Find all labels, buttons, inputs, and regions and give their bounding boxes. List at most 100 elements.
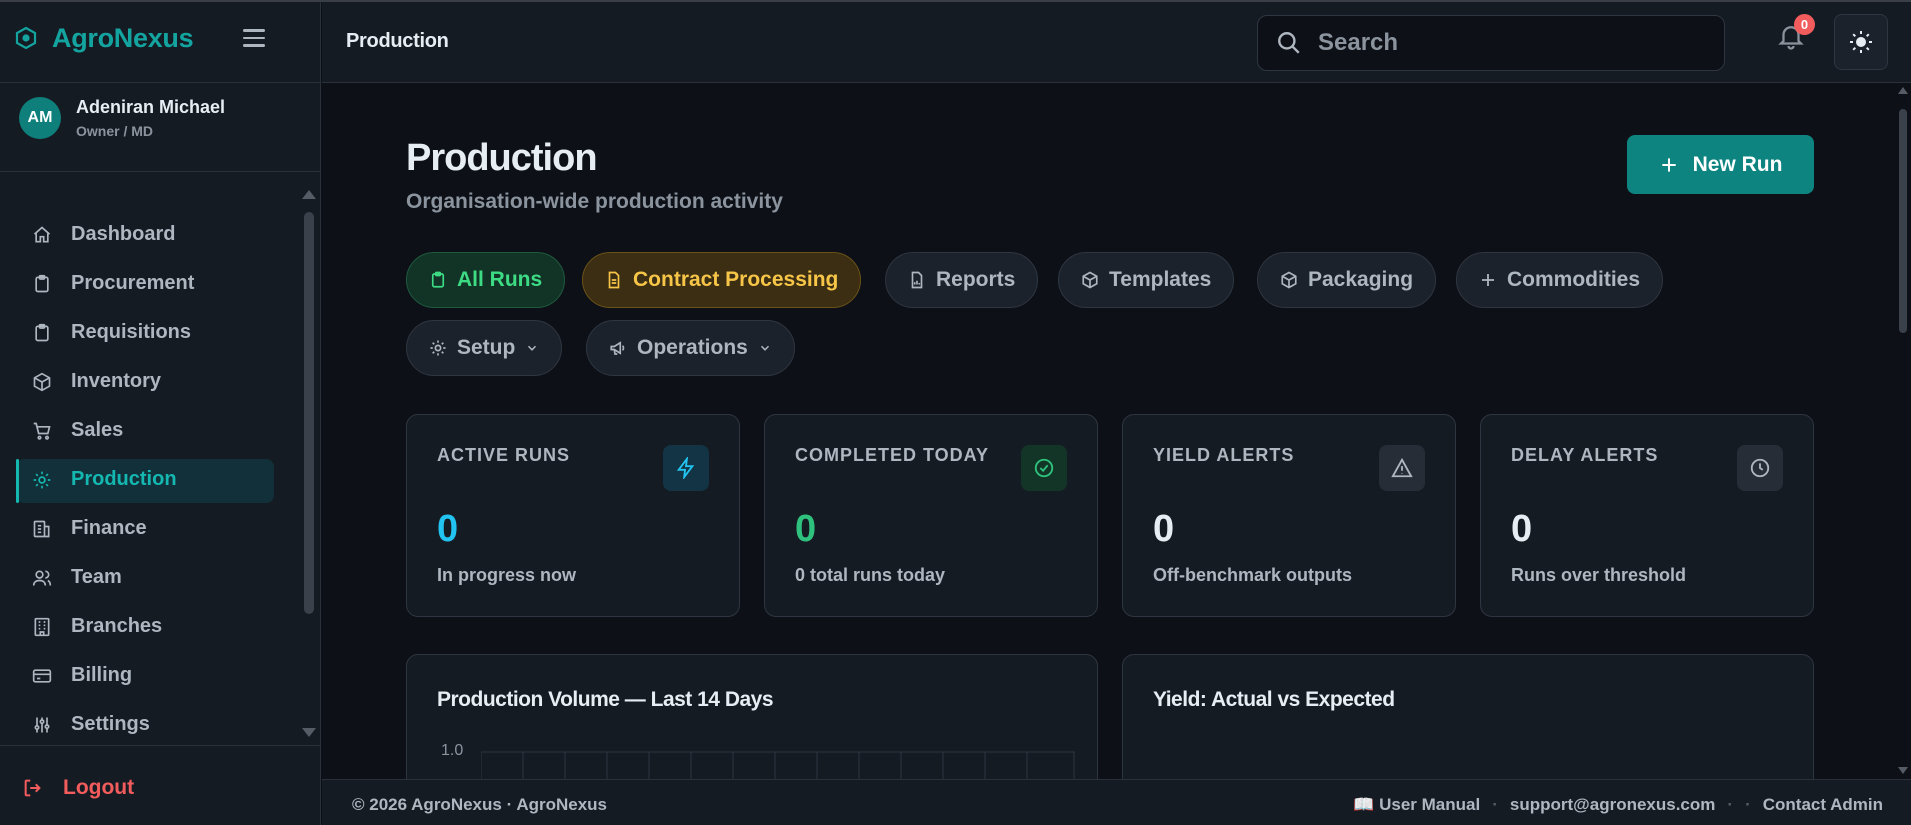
plus-icon [1479, 271, 1497, 289]
volume-chart-grid [481, 751, 1075, 779]
stat-label: COMPLETED TODAY [795, 445, 990, 465]
tab-packaging[interactable]: Packaging [1257, 252, 1437, 308]
stat-subtext: In progress now [437, 565, 577, 585]
scroll-down-arrow[interactable] [302, 728, 316, 737]
tab-label: Reports [936, 268, 1016, 291]
stat-subtext: 0 total runs today [795, 565, 946, 585]
panel-title: Production Volume — Last 14 Days [437, 688, 774, 711]
sidebar-item-production[interactable]: Production [0, 455, 290, 504]
search-icon [1278, 32, 1300, 54]
logout-button[interactable]: Logout [22, 776, 134, 800]
sidebar-nav: Dashboard Procurement Requisitions Inven… [0, 210, 290, 749]
tab-setup[interactable]: Setup [406, 320, 563, 376]
search-input[interactable] [1318, 29, 1678, 57]
new-run-button[interactable]: New Run [1627, 135, 1814, 194]
tab-operations[interactable]: Operations [586, 320, 795, 376]
stat-label: YIELD ALERTS [1153, 445, 1295, 465]
sidebar-item-team[interactable]: Team [0, 553, 290, 602]
tab-contract-processing[interactable]: Contract Processing [582, 252, 862, 308]
sidebar-item-billing[interactable]: Billing [0, 651, 290, 700]
sidebar-item-settings[interactable]: Settings [0, 700, 290, 749]
tab-templates[interactable]: Templates [1058, 252, 1235, 308]
clock-icon [1737, 445, 1783, 491]
sidebar-item-procurement[interactable]: Procurement [0, 259, 290, 308]
tab-label: Setup [457, 336, 516, 359]
stat-value: 0 [1153, 508, 1175, 550]
contact-admin-link[interactable]: Contact Admin [1763, 795, 1883, 815]
tab-commodities[interactable]: Commodities [1456, 252, 1664, 308]
sidebar-item-label: Requisitions [71, 321, 192, 343]
avatar: AM [19, 97, 61, 139]
sidebar-item-branches[interactable]: Branches [0, 602, 290, 651]
page-title: Production [406, 137, 598, 179]
chevron-down-icon [528, 345, 537, 351]
stat-subtext: Off-benchmark outputs [1153, 565, 1353, 585]
sidebar-item-dashboard[interactable]: Dashboard [0, 210, 290, 259]
box-icon [32, 372, 52, 392]
sidebar-item-requisitions[interactable]: Requisitions [0, 308, 290, 357]
top-header: Production 0 [322, 2, 1911, 83]
building-icon [32, 617, 52, 637]
logout-icon [24, 779, 41, 797]
header-title: Production [346, 30, 449, 52]
footer: © 2026 AgroNexus · AgroNexus 📖 User Manu… [322, 779, 1911, 825]
user-profile[interactable]: AM Adeniran Michael Owner / MD [0, 82, 320, 172]
stat-card-completed-today: COMPLETED TODAY 0 0 total runs today [764, 414, 1098, 617]
hexagon-logo-icon [15, 26, 37, 50]
search-box[interactable] [1257, 15, 1725, 71]
user-manual-link[interactable]: 📖 User Manual [1353, 795, 1480, 815]
tab-label: All Runs [457, 268, 543, 291]
sidebar-item-inventory[interactable]: Inventory [0, 357, 290, 406]
clipboard-icon [32, 274, 52, 294]
scroll-thumb[interactable] [304, 212, 314, 614]
sidebar-item-sales[interactable]: Sales [0, 406, 290, 455]
footer-links: 📖 User Manual · support@agronexus.com · … [1353, 795, 1883, 815]
tab-reports[interactable]: Reports [885, 252, 1039, 308]
stat-card-active-runs: ACTIVE RUNS 0 In progress now [406, 414, 740, 617]
sidebar-item-label: Procurement [71, 272, 195, 294]
sidebar-item-label: Dashboard [71, 223, 176, 245]
tab-label: Operations [637, 336, 748, 359]
sidebar-item-label: Branches [71, 615, 163, 637]
scroll-down-arrow[interactable] [1898, 767, 1908, 774]
tab-all-runs[interactable]: All Runs [406, 252, 566, 308]
sidebar-item-finance[interactable]: Finance [0, 504, 290, 553]
theme-toggle-button[interactable] [1834, 14, 1888, 70]
card-icon [32, 666, 52, 686]
scroll-thumb[interactable] [1899, 109, 1907, 333]
new-run-label: New Run [1692, 152, 1783, 176]
menu-toggle-icon[interactable] [243, 24, 273, 52]
separator: · [1745, 795, 1751, 814]
support-email-link[interactable]: support@agronexus.com [1510, 795, 1716, 815]
scroll-up-arrow[interactable] [1898, 87, 1908, 94]
separator: · [1492, 795, 1498, 814]
scroll-up-arrow[interactable] [302, 190, 316, 199]
sidebar: AgroNexus AM Adeniran Michael Owner / MD… [0, 2, 321, 825]
stat-subtext: Runs over threshold [1511, 565, 1687, 585]
users-icon [32, 568, 52, 588]
finance-icon [32, 519, 52, 539]
stat-card-delay-alerts: DELAY ALERTS 0 Runs over threshold [1480, 414, 1814, 617]
sidebar-item-label: Team [71, 566, 122, 588]
y-axis-tick: 1.0 [441, 742, 464, 759]
document-icon [605, 271, 623, 289]
logout-label: Logout [63, 776, 135, 799]
sidebar-scrollbar[interactable] [302, 190, 316, 738]
stat-card-yield-alerts: YIELD ALERTS 0 Off-benchmark outputs [1122, 414, 1456, 617]
brand-name: AgroNexus [52, 22, 194, 53]
sliders-icon [32, 715, 52, 735]
stat-label: ACTIVE RUNS [437, 445, 571, 465]
stat-value: 0 [1511, 508, 1533, 550]
gear-icon [429, 339, 447, 357]
brand[interactable]: AgroNexus [14, 20, 194, 56]
lightning-icon [663, 445, 709, 491]
clipboard-icon [32, 323, 52, 343]
sidebar-item-label: Production [71, 468, 177, 490]
sun-icon [1850, 31, 1872, 53]
clipboard-icon [429, 271, 447, 289]
main-scrollbar[interactable] [1895, 83, 1911, 779]
tab-label: Contract Processing [633, 268, 839, 291]
warning-icon [1379, 445, 1425, 491]
sidebar-item-label: Sales [71, 419, 124, 441]
report-icon [908, 271, 926, 289]
